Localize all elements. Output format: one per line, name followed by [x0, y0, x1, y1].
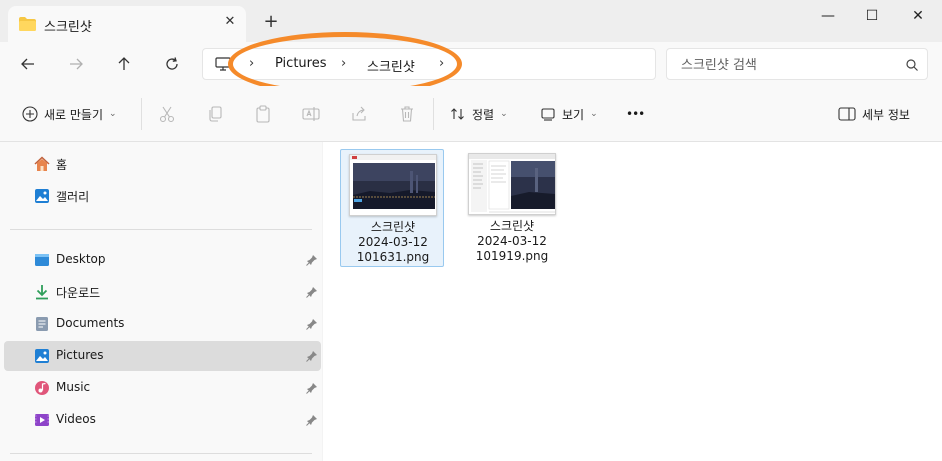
close-window-button[interactable]: ✕: [904, 6, 932, 26]
file-name-line: 스크린샷: [489, 219, 535, 233]
refresh-icon: [166, 57, 178, 70]
up-button[interactable]: [112, 52, 136, 76]
minimize-button[interactable]: —: [814, 6, 842, 26]
sidebar-item-label: Documents: [56, 316, 125, 330]
cut-icon[interactable]: [158, 105, 176, 123]
close-tab-icon[interactable]: ✕: [222, 14, 238, 30]
new-tab-button[interactable]: +: [262, 13, 280, 31]
breadcrumb-separator[interactable]: ›: [249, 56, 254, 71]
tab-screenshots[interactable]: 스크린샷 ✕: [8, 6, 246, 42]
view-icon: [541, 108, 555, 121]
back-button[interactable]: [16, 52, 40, 76]
address-row: › Pictures › 스크린샷 ›: [0, 42, 942, 86]
copy-icon[interactable]: [206, 105, 224, 123]
paste-icon[interactable]: [254, 105, 272, 123]
sidebar-divider: [10, 453, 312, 454]
file-name-line: 101919.png: [475, 249, 549, 263]
download-icon: [36, 285, 48, 300]
pictures-icon: [35, 349, 49, 363]
image-thumbnail: [349, 154, 437, 216]
pin-icon[interactable]: [306, 350, 318, 362]
maximize-button[interactable]: ☐: [858, 6, 886, 26]
sidebar-item-label: Pictures: [56, 348, 104, 362]
view-button-label: 보기: [562, 107, 585, 122]
sidebar-item-label: 다운로드: [56, 286, 101, 300]
pin-icon[interactable]: [306, 318, 318, 330]
command-bar: 새로 만들기 ⌄ 정렬 ⌄ 보기 ⌄ ••• 세부 정보: [0, 86, 942, 142]
toolbar-divider: [433, 98, 434, 130]
thumbnail-image: [469, 154, 555, 214]
sidebar-item-downloads[interactable]: 다운로드: [4, 277, 321, 307]
chevron-down-icon: ⌄: [109, 109, 117, 119]
details-pane-button[interactable]: 세부 정보: [838, 104, 910, 124]
details-pane-label: 세부 정보: [862, 107, 910, 122]
sidebar-item-documents[interactable]: Documents: [4, 309, 321, 339]
breadcrumb-separator[interactable]: ›: [341, 56, 346, 71]
more-options-button[interactable]: •••: [626, 104, 645, 124]
rename-icon[interactable]: [302, 105, 320, 123]
file-name-line: 2024-03-12: [477, 234, 547, 248]
sidebar-item-label: 홈: [56, 158, 68, 172]
chevron-down-icon: ⌄: [500, 109, 508, 119]
sort-button-label: 정렬: [472, 107, 495, 122]
home-icon: [34, 156, 50, 171]
sidebar-item-label: Music: [56, 380, 91, 394]
sidebar-item-label: Videos: [56, 412, 96, 426]
image-thumbnail: [468, 153, 556, 215]
sidebar-item-label: 갤러리: [56, 190, 90, 204]
folder-icon: [19, 17, 36, 31]
title-bar: 스크린샷 ✕ + — ☐ ✕: [0, 0, 942, 42]
delete-icon[interactable]: [398, 105, 416, 123]
file-list-pane[interactable]: 스크린샷 2024-03-12 101631.png 스크린샷 2024-03-…: [323, 142, 942, 461]
thumbnail-image: [350, 155, 436, 215]
arrow-right-icon: [70, 58, 83, 70]
details-pane-icon: [838, 107, 856, 121]
desktop-icon: [35, 254, 49, 266]
search-input[interactable]: [681, 55, 891, 75]
pin-icon[interactable]: [306, 286, 318, 298]
new-button-label: 새로 만들기: [44, 107, 104, 122]
navigation-pane: 홈 갤러리 Desktop 다운로드 Documents Pictures Mu…: [0, 142, 322, 461]
documents-icon: [36, 317, 48, 331]
breadcrumb-screenshots[interactable]: 스크린샷: [367, 56, 415, 75]
videos-icon: [35, 414, 49, 426]
chevron-down-icon: ⌄: [590, 109, 598, 119]
search-icon: [906, 59, 918, 71]
forward-button[interactable]: [64, 52, 88, 76]
file-name-line: 101631.png: [356, 250, 430, 264]
music-icon: [35, 381, 49, 395]
toolbar-divider: [141, 98, 142, 130]
sidebar-item-music[interactable]: Music: [4, 373, 321, 403]
view-button[interactable]: 보기 ⌄: [540, 104, 598, 124]
pin-icon[interactable]: [306, 414, 318, 426]
computer-icon: [215, 57, 231, 71]
breadcrumb-separator[interactable]: ›: [439, 56, 444, 71]
plus-circle-icon: [22, 106, 38, 122]
sort-button[interactable]: 정렬 ⌄: [450, 104, 508, 124]
sidebar-item-desktop[interactable]: Desktop: [4, 245, 321, 275]
file-name-line: 2024-03-12: [358, 235, 428, 249]
search-box[interactable]: [666, 48, 928, 80]
gallery-icon: [35, 189, 49, 203]
tab-title: 스크린샷: [44, 20, 92, 35]
file-item[interactable]: 스크린샷 2024-03-12 101631.png: [340, 149, 444, 267]
sidebar-item-home[interactable]: 홈: [4, 149, 321, 179]
sidebar-divider: [10, 229, 312, 230]
sidebar-item-label: Desktop: [56, 252, 106, 266]
sidebar-item-videos[interactable]: Videos: [4, 405, 321, 435]
refresh-button[interactable]: [160, 52, 184, 76]
address-bar[interactable]: › Pictures › 스크린샷 ›: [202, 48, 656, 80]
sort-icon: [451, 108, 464, 120]
arrow-up-icon: [118, 57, 130, 70]
pin-icon[interactable]: [306, 382, 318, 394]
pin-icon[interactable]: [306, 254, 318, 266]
share-icon[interactable]: [350, 105, 368, 123]
file-name-line: 스크린샷: [370, 220, 416, 234]
file-item[interactable]: 스크린샷 2024-03-12 101919.png: [460, 149, 564, 267]
arrow-left-icon: [21, 58, 34, 70]
breadcrumb-pictures[interactable]: Pictures: [275, 56, 326, 71]
sidebar-item-gallery[interactable]: 갤러리: [4, 181, 321, 211]
new-button[interactable]: 새로 만들기 ⌄: [22, 104, 117, 124]
sidebar-item-pictures[interactable]: Pictures: [4, 341, 321, 371]
